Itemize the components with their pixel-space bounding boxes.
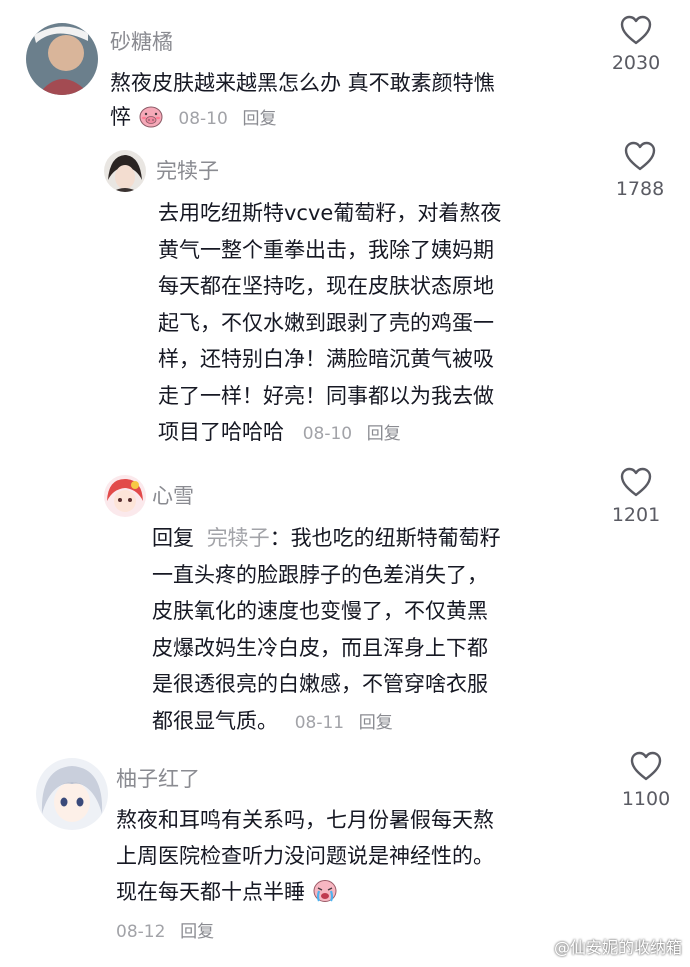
username[interactable]: 心雪 <box>152 480 194 510</box>
heart-outline-icon <box>630 751 662 781</box>
avatar[interactable] <box>104 150 146 192</box>
reply-target-username[interactable]: 完犊子 <box>207 526 270 550</box>
comment-line: 上周医院检查听力没问题说是神经性的。 <box>116 844 494 868</box>
like-button[interactable]: 1201 <box>596 466 676 526</box>
like-button[interactable]: 1788 <box>600 140 680 200</box>
comment-line: 皮肤氧化的速度也变慢了，不仅黄黑 <box>152 599 488 623</box>
like-count: 1788 <box>615 178 665 200</box>
comment-line: 熬夜和耳鸣有关系吗，七月份暑假每天熬 <box>116 808 494 832</box>
username[interactable]: 完犊子 <box>156 155 219 185</box>
comment-line: 熬夜皮肤越来越黑怎么办 真不敢素颜特憔 <box>110 71 495 95</box>
comment-text: 熬夜皮肤越来越黑怎么办 真不敢素颜特憔 悴 08-10 回复 <box>110 68 590 134</box>
heart-outline-icon <box>624 141 656 171</box>
comment-line: 去用吃纽斯特vcve葡萄籽，对着熬夜 <box>158 201 502 225</box>
like-count: 1100 <box>621 788 671 810</box>
watermark: @仙安妮的收纳箱 <box>553 938 682 957</box>
username[interactable]: 柚子红了 <box>116 763 200 793</box>
comment-line: 都很显气质。 08-11 回复 <box>152 703 582 742</box>
reply-button[interactable]: 回复 <box>359 713 393 733</box>
avatar[interactable] <box>36 758 108 830</box>
comment-text: 熬夜和耳鸣有关系吗，七月份暑假每天熬 上周医院检查听力没问题说是神经性的。 现在… <box>116 805 596 947</box>
comment-line: 是很透很亮的白嫩感，不管穿啥衣服 <box>152 672 488 696</box>
comment-line: 回复 完犊子：我也吃的纽斯特葡萄籽 <box>152 520 582 557</box>
comment-text: 回复 完犊子：我也吃的纽斯特葡萄籽 一直头疼的脸跟脖子的色差消失了， 皮肤氧化的… <box>152 520 582 741</box>
avatar[interactable] <box>104 475 146 517</box>
like-button[interactable]: 2030 <box>596 14 676 74</box>
comment-line: 走了一样！好亮！同事都以为我去做 <box>158 383 494 408</box>
comment-text: 去用吃纽斯特vcve葡萄籽，对着熬夜 黄气一整个重拳出击，我除了姨妈期 每天都在… <box>158 195 578 453</box>
reply-button[interactable]: 回复 <box>367 424 401 444</box>
crying-face-icon <box>312 879 338 903</box>
heart-outline-icon <box>620 15 652 45</box>
like-count: 1201 <box>611 504 661 526</box>
comment-line: 样，还特别白净！满脸暗沉黄气被吸 <box>158 347 494 371</box>
comment-line: 每天都在坚持吃，现在皮肤状态原地 <box>158 274 494 298</box>
comment-date: 08-10 <box>302 424 353 444</box>
comment-line: 起飞，不仅水嫩到跟剥了壳的鸡蛋一 <box>158 310 494 335</box>
comment-line: 黄气一整个重拳出击，我除了姨妈期 <box>158 237 494 262</box>
comment-date: 08-12 <box>116 922 166 942</box>
comment-line: 一直头疼的脸跟脖子的色差消失了， <box>152 562 488 587</box>
comment-line-text: 都很显气质。 <box>152 708 278 733</box>
comment-line: 项目了哈哈哈 08-10 回复 <box>158 414 578 453</box>
comment-line: 08-12 回复 <box>116 915 596 947</box>
comment-line: 皮爆改妈生冷白皮，而且浑身上下都 <box>152 635 488 660</box>
heart-outline-icon <box>620 467 652 497</box>
reply-button[interactable]: 回复 <box>242 109 276 129</box>
avatar[interactable] <box>26 23 98 95</box>
comment-line: 现在每天都十点半睡 <box>116 877 596 907</box>
like-button[interactable]: 1100 <box>606 750 686 810</box>
reply-prefix: 回复 <box>152 526 194 550</box>
username[interactable]: 砂糖橘 <box>110 26 173 56</box>
comment-date: 08-10 <box>178 109 228 129</box>
comment-line-text: 项目了哈哈哈 <box>158 420 284 444</box>
comment-line-text: 悴 <box>110 105 131 129</box>
comment-date: 08-11 <box>294 712 345 733</box>
comment-line-text: ：我也吃的纽斯特葡萄籽 <box>269 526 501 550</box>
comment-line: 悴 08-10 回复 <box>110 102 590 134</box>
like-count: 2030 <box>611 52 661 74</box>
comment-line-text: 现在每天都十点半睡 <box>116 880 305 904</box>
reply-button[interactable]: 回复 <box>180 922 214 942</box>
pig-blushing-face-icon <box>138 104 164 128</box>
